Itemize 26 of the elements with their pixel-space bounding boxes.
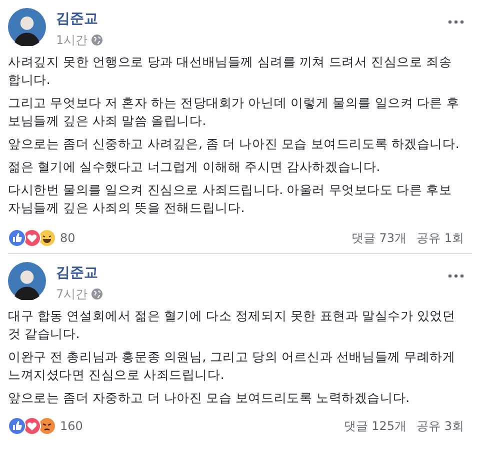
more-options-icon[interactable]	[448, 274, 464, 278]
angry-face-icon	[38, 417, 56, 435]
post-paragraph: 그리고 무엇보다 저 혼자 하는 전당대회가 아닌데 이렇게 물의를 일으켜 다른 후보님들께 깊은 사죄 말씀 올립니다.	[8, 94, 460, 130]
post-time[interactable]: 7시간	[56, 285, 88, 303]
author-name[interactable]: 김준교	[56, 264, 103, 282]
post-paragraph: 사려깊지 못한 언행으로 당과 대선배님들께 심려를 끼쳐 드려서 진심으로 죄송합니다.	[8, 53, 453, 89]
thumbs-up-icon	[8, 417, 26, 435]
author-name[interactable]: 김준교	[56, 10, 103, 28]
comment-count[interactable]: 댓글 125개	[344, 417, 407, 435]
post-paragraph: 다시한번 물의를 일으켜 진심으로 사죄드립니다. 아울러 무엇보다도 다른 후보자님들께 깊은 사죄의 뜻을 전해드립니다.	[8, 181, 453, 217]
post-time[interactable]: 1시간	[56, 31, 88, 49]
avatar[interactable]	[8, 8, 46, 46]
reaction-count[interactable]: 160	[60, 417, 83, 435]
comment-count[interactable]: 댓글 73개	[351, 229, 407, 247]
share-count[interactable]: 공유 1회	[416, 229, 464, 247]
share-count[interactable]: 공유 3회	[416, 417, 464, 435]
laughing-face-icon	[38, 229, 56, 247]
post-paragraph: 젊은 혈기에 실수했다고 너그럽게 이해해 주시면 감사하겠습니다.	[8, 158, 382, 176]
more-options-icon[interactable]	[448, 20, 464, 24]
reaction-count[interactable]: 80	[60, 229, 76, 247]
post-paragraph: 대구 합동 연설회에서 젊은 혈기에 다소 정제되지 못한 표현과 말실수가 있었던 것 같습니다.	[8, 307, 456, 343]
post-paragraph: 이완구 전 총리님과 홍문종 의원님, 그리고 당의 어르신과 선배님들께 무례하게 느껴지셨다면 진심으로 사죄드립니다.	[8, 348, 456, 384]
post-paragraph: 앞으로는 좀더 자중하고 더 나아진 모습 보여드리도록 노력하겠습니다.	[8, 389, 410, 407]
thumbs-up-icon	[8, 229, 26, 247]
avatar[interactable]	[8, 262, 46, 300]
post-paragraph: 앞으로는 좀더 신중하고 사려깊은, 좀 더 나아진 모습 보여드리도록 하겠습니다.	[8, 135, 460, 153]
